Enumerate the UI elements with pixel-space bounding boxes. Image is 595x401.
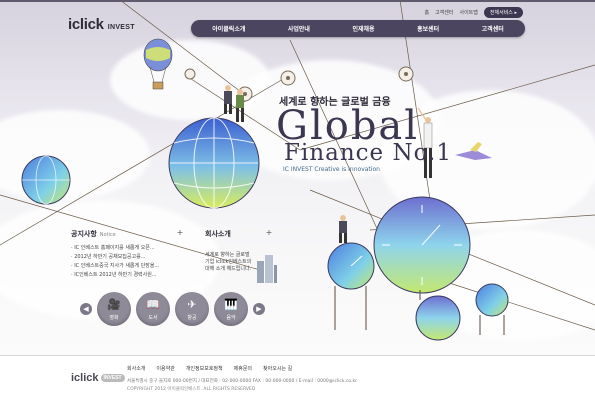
clock-globe-icon: [373, 196, 471, 294]
footer-link-privacy[interactable]: 개인정보보호정책: [186, 365, 223, 372]
company-text-line: 기업 iclick인베스트의: [205, 259, 252, 265]
quick-item-music[interactable]: 🎹 음악: [214, 292, 248, 326]
quick-next-button[interactable]: ▶: [253, 303, 265, 315]
util-link-sitemap[interactable]: 사이트맵: [459, 9, 477, 16]
quick-item-label: 도서: [148, 315, 158, 321]
util-link-support[interactable]: 고객센터: [435, 9, 453, 16]
company-title: 회사소개: [205, 230, 231, 238]
company-description: 세계로 향하는 글로벌 기업 iclick인베스트의 대해 소개 해드립니다.: [205, 252, 255, 273]
nav-item-careers[interactable]: 인재채용: [352, 24, 374, 33]
airplane-icon: [455, 142, 492, 160]
notice-item[interactable]: IC 인베스트중국 지사가 새롭게 단장을...: [71, 262, 184, 271]
book-icon: 📖: [146, 298, 160, 311]
hero-banner: iclick INVEST 홈 고객센터 사이트맵 전체서비스 ▸ 아이클릭소개 …: [0, 0, 595, 355]
notice-title-en: Notice: [99, 232, 116, 238]
logo-text: iclick: [68, 16, 104, 33]
logo-subtext: INVEST: [107, 24, 135, 31]
footer-link-about[interactable]: 회사소개: [127, 365, 145, 372]
footer-link-directions[interactable]: 찾아오시는 길: [263, 365, 292, 372]
airplane-icon: ✈: [187, 298, 197, 311]
notice-item[interactable]: IC인베스트 2012년 하반기 경력사원...: [71, 271, 184, 280]
quick-item-flight[interactable]: ✈ 항공: [175, 292, 209, 326]
nav-item-about[interactable]: 아이클릭소개: [212, 24, 245, 33]
quick-item-label: 항공: [187, 315, 197, 321]
businessman-figure: [224, 85, 244, 122]
top-border: [0, 0, 595, 2]
notice-item[interactable]: IC 인베스트 홈페이지를 새롭게 오픈...: [71, 244, 184, 253]
pulley: [280, 70, 296, 86]
notice-more-button[interactable]: +: [176, 229, 184, 237]
globe-icon: [168, 117, 260, 209]
footer-link-terms[interactable]: 이용약관: [156, 365, 174, 372]
footer-logo-subtext: INVEST: [100, 374, 125, 383]
notice-list: IC 인베스트 홈페이지를 새롭게 오픈... 2012년 하반기 공채모집공고…: [71, 244, 184, 280]
all-services-button[interactable]: 전체서비스 ▸: [483, 7, 523, 18]
notice-title: 공지사항 Notice: [71, 229, 184, 239]
pulley: [184, 68, 196, 80]
main-nav: 아이클릭소개 사업안내 인재채용 홍보센터 고객센터: [191, 20, 525, 37]
hot-air-balloon-icon: [143, 38, 173, 90]
film-camera-icon: 🎥: [107, 298, 121, 311]
piano-icon: 🎹: [224, 298, 238, 311]
nav-item-business[interactable]: 사업안내: [288, 24, 310, 33]
building-icon: [257, 255, 277, 283]
clock-globe-icon: [415, 295, 461, 341]
clock-globe-icon: [475, 283, 509, 317]
company-text-line: 세계로 향하는 글로벌: [205, 252, 250, 258]
nav-item-pr[interactable]: 홍보센터: [417, 24, 439, 33]
footer-logo-text: iclick: [71, 372, 99, 384]
company-more-button[interactable]: +: [265, 229, 273, 237]
company-panel: 회사소개 + 세계로 향하는 글로벌 기업 iclick인베스트의 대해 소개 …: [205, 229, 277, 289]
company-text-line: 대해 소개 해드립니다.: [205, 266, 252, 272]
utility-links: 홈 고객센터 사이트맵 전체서비스 ▸: [424, 7, 523, 18]
quick-item-books[interactable]: 📖 도서: [136, 292, 170, 326]
site-logo[interactable]: iclick INVEST: [68, 16, 135, 33]
clock-globe-icon: [327, 242, 375, 290]
quick-item-label: 영화: [109, 315, 119, 321]
util-link-home[interactable]: 홈: [424, 9, 429, 16]
footer-copyright: COPYRIGHT 2012 아이클릭인베스트. ALL RIGHTS RESE…: [127, 387, 256, 392]
footer: iclick INVEST 회사소개 이용약관 개인정보보호정책 제휴문의 찾아오…: [0, 355, 595, 401]
notice-title-text: 공지사항: [71, 230, 97, 238]
quick-menu: ◀ 🎥 영화 📖 도서 ✈ 항공 🎹 음악 ▶: [80, 292, 265, 326]
quick-item-movie[interactable]: 🎥 영화: [97, 292, 131, 326]
footer-address: 서울특별시 중구 을지로 000-00번지 / 대표전화 : 02-000-00…: [127, 379, 357, 384]
businessman-figure: [339, 215, 347, 243]
hero-title-line2: Finance No.1: [284, 140, 452, 166]
notice-panel: 공지사항Notice + IC 인베스트 홈페이지를 새롭게 오픈... 201…: [71, 229, 184, 289]
footer-links: 회사소개 이용약관 개인정보보호정책 제휴문의 찾아오시는 길: [127, 365, 292, 372]
notice-item[interactable]: 2012년 하반기 공채모집공고를...: [71, 253, 184, 262]
quick-item-label: 음악: [226, 315, 236, 321]
footer-logo[interactable]: iclick INVEST: [71, 372, 125, 384]
globe-icon: [21, 155, 71, 205]
pulley: [398, 66, 414, 82]
hero-subtitle: IC INVEST Creative is Innovation: [283, 166, 380, 173]
footer-link-partnership[interactable]: 제휴문의: [234, 365, 252, 372]
quick-prev-button[interactable]: ◀: [80, 303, 92, 315]
nav-item-support[interactable]: 고객센터: [482, 24, 504, 33]
